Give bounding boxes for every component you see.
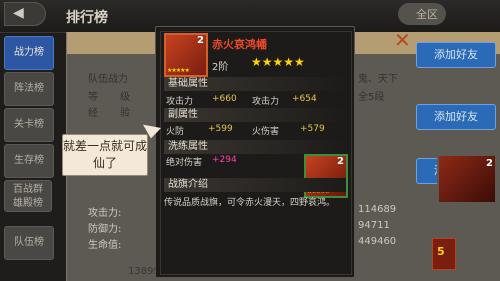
server-toggle-label: 全区 [416, 8, 438, 21]
rank-text: 全5段 [358, 92, 385, 103]
server-toggle[interactable]: 全区 [398, 3, 446, 25]
tab-survival[interactable]: 生存榜 [4, 144, 54, 178]
tab-formation[interactable]: 阵法榜 [4, 72, 54, 106]
stat-label: 攻击力 [252, 97, 280, 107]
back-arrow-icon: ◀ [13, 5, 24, 21]
add-friend-button[interactable]: 添加好友 [416, 104, 496, 130]
war-flag-icon: 2 ★★★★★ [164, 33, 208, 77]
hp-label: 生命值: [88, 240, 122, 251]
item-tier: 2阶 [212, 62, 229, 73]
flag-intro-text: 传说品质战旗，可令赤火漫天，四野哀鸿。 [164, 198, 336, 208]
stat-value: +294 [212, 155, 237, 165]
item-stars-small: ★★★★★ [167, 67, 190, 74]
badge-icon: 5 [432, 238, 456, 270]
add-friend-button[interactable]: 添加好友 [416, 42, 496, 68]
level-label-a: 等 [88, 92, 98, 103]
tab-team[interactable]: 队伍榜 [4, 226, 54, 260]
item-level-badge: 2 [197, 35, 204, 46]
stat-value: +660 [212, 94, 237, 104]
basic-attributes-header: 基础属性 [164, 77, 346, 91]
exp-label-a: 经 [88, 108, 98, 119]
hp-value: 449460 [358, 236, 397, 247]
tab-combat-power[interactable]: 战力榜 [4, 36, 54, 70]
exp-label-b: 验 [120, 108, 130, 119]
level-label-b: 级 [120, 92, 130, 103]
stat-label: 火伤害 [252, 127, 280, 137]
stat-label: 攻击力 [166, 97, 194, 107]
training-attributes-header: 洗练属性 [164, 140, 346, 154]
defense-label: 防御力: [88, 224, 122, 235]
stat-value: +599 [208, 124, 233, 134]
speech-bubble: 就差一点就可成仙了 [62, 134, 148, 176]
tab-stage[interactable]: 关卡榜 [4, 108, 54, 142]
stat-value: +579 [300, 124, 325, 134]
attack-value: 114689 [358, 204, 397, 215]
stat-label: 火防 [166, 127, 185, 137]
item-name: 赤火哀鸿幡 [212, 38, 267, 51]
defense-value: 94711 [358, 220, 390, 231]
attack-label: 攻击力: [88, 208, 122, 219]
flag-preview-level: 2 [337, 156, 344, 167]
flag-level-badge: 2 [486, 158, 493, 169]
guild-text: 鬼、天下 [358, 74, 398, 85]
stat-value: +654 [292, 94, 317, 104]
page-title: 排行榜 [66, 10, 108, 26]
flag-intro-header: 战旗介绍 [164, 178, 346, 192]
team-power-label: 队伍战力 [88, 74, 128, 85]
stat-label: 绝对伤害 [166, 158, 203, 168]
close-icon[interactable]: ✕ [394, 28, 411, 52]
secondary-attributes-header: 副属性 [164, 108, 346, 122]
tab-hall[interactable]: 百战群 雄殿榜 [4, 180, 52, 212]
item-stars: ★★★★★ [251, 55, 305, 69]
back-button[interactable]: ◀ [4, 2, 46, 26]
war-flag-thumbnail[interactable]: 2 [437, 154, 497, 204]
